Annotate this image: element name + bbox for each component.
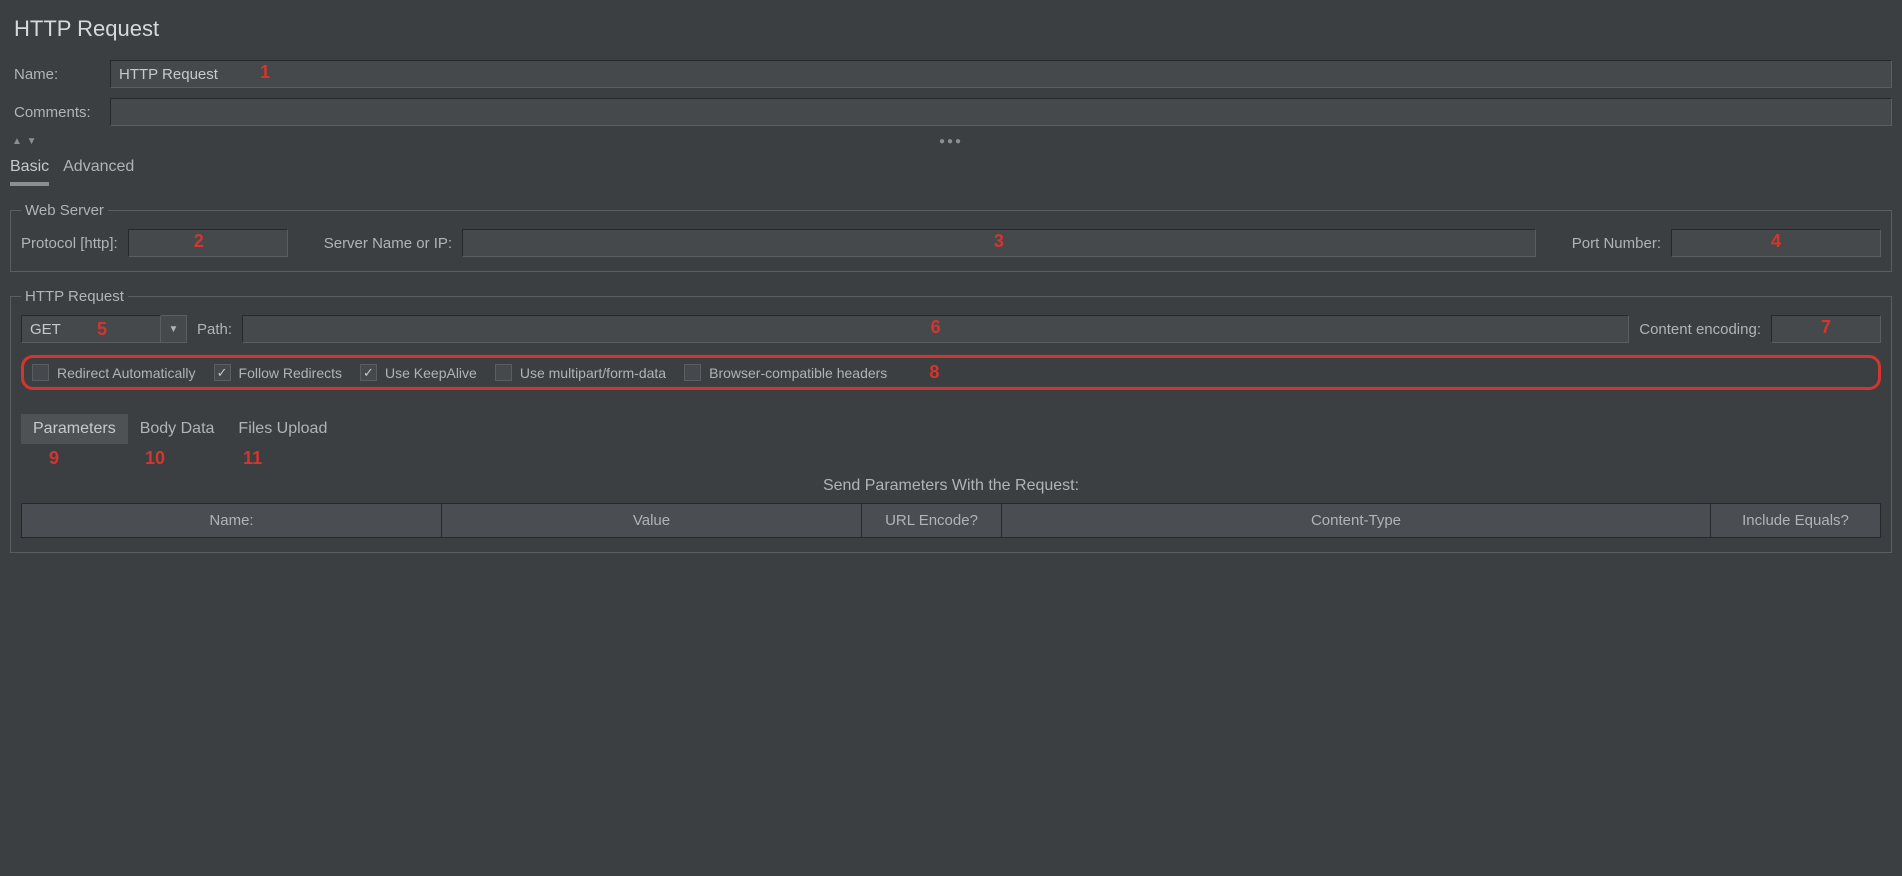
col-name[interactable]: Name:: [22, 504, 442, 538]
col-include-equals[interactable]: Include Equals?: [1711, 504, 1881, 538]
checkbox-icon: [32, 364, 49, 381]
annotation-5: 5: [97, 319, 107, 340]
subtab-body-data[interactable]: Body Data: [128, 414, 227, 444]
checkbox-multipart[interactable]: Use multipart/form-data: [495, 364, 666, 381]
annotation-9: 9: [49, 448, 59, 469]
method-dropdown-arrow-icon[interactable]: ▼: [161, 315, 187, 343]
expand-collapse-arrows-icon[interactable]: ▲ ▼: [12, 136, 38, 147]
checkbox-redirect-auto-label: Redirect Automatically: [57, 365, 196, 381]
http-request-group: HTTP Request GET ▼ 5 Path: 6 Content enc…: [10, 288, 1892, 553]
table-header-row: Name: Value URL Encode? Content-Type Inc…: [22, 504, 1881, 538]
web-server-legend: Web Server: [21, 202, 108, 219]
drag-handle-icon[interactable]: ●●●: [939, 136, 963, 147]
web-server-group: Web Server Protocol [http]: 2 Server Nam…: [10, 202, 1892, 272]
checkbox-row: Redirect Automatically Follow Redirects …: [21, 355, 1881, 390]
tab-basic[interactable]: Basic: [10, 154, 49, 186]
page-title: HTTP Request: [14, 16, 1892, 42]
col-content-type[interactable]: Content-Type: [1002, 504, 1711, 538]
checkbox-icon: [360, 364, 377, 381]
annotation-2: 2: [194, 231, 204, 252]
checkbox-browser-headers[interactable]: Browser-compatible headers: [684, 364, 887, 381]
http-request-legend: HTTP Request: [21, 288, 128, 305]
col-url-encode[interactable]: URL Encode?: [862, 504, 1002, 538]
port-label: Port Number:: [1572, 235, 1661, 252]
method-value[interactable]: GET: [21, 315, 161, 343]
checkbox-redirect-auto[interactable]: Redirect Automatically: [32, 364, 196, 381]
server-label: Server Name or IP:: [324, 235, 452, 252]
path-label: Path:: [197, 321, 232, 338]
annotation-10: 10: [145, 448, 165, 469]
annotation-4: 4: [1771, 231, 1781, 252]
comments-input[interactable]: [110, 98, 1892, 126]
parameters-table: Name: Value URL Encode? Content-Type Inc…: [21, 503, 1881, 538]
checkbox-follow-redirects[interactable]: Follow Redirects: [214, 364, 342, 381]
annotation-7: 7: [1821, 317, 1831, 338]
protocol-label: Protocol [http]:: [21, 235, 118, 252]
annotation-11: 11: [243, 448, 262, 469]
checkbox-keepalive[interactable]: Use KeepAlive: [360, 364, 477, 381]
subtab-files-upload[interactable]: Files Upload: [226, 414, 339, 444]
checkbox-icon: [684, 364, 701, 381]
annotation-8: 8: [929, 362, 939, 383]
annotation-3: 3: [994, 231, 1004, 252]
name-label: Name:: [10, 66, 110, 83]
subtab-parameters[interactable]: Parameters: [21, 414, 128, 444]
checkbox-keepalive-label: Use KeepAlive: [385, 365, 477, 381]
tab-advanced[interactable]: Advanced: [63, 154, 134, 186]
main-tabs: Basic Advanced: [10, 154, 1892, 186]
checkbox-follow-redirects-label: Follow Redirects: [239, 365, 342, 381]
checkbox-icon: [495, 364, 512, 381]
name-input[interactable]: [110, 60, 1892, 88]
protocol-input[interactable]: [128, 229, 288, 257]
annotation-1: 1: [260, 62, 270, 83]
parameters-title: Send Parameters With the Request:: [21, 477, 1881, 495]
checkbox-browser-headers-label: Browser-compatible headers: [709, 365, 887, 381]
sub-tabs: Parameters Body Data Files Upload: [21, 414, 1881, 444]
annotation-6: 6: [931, 317, 941, 338]
checkbox-multipart-label: Use multipart/form-data: [520, 365, 666, 381]
comments-label: Comments:: [10, 104, 110, 121]
method-combo[interactable]: GET ▼ 5: [21, 315, 187, 343]
checkbox-icon: [214, 364, 231, 381]
splitter[interactable]: ▲ ▼ ●●●: [10, 136, 1892, 150]
encoding-label: Content encoding:: [1639, 321, 1761, 338]
col-value[interactable]: Value: [442, 504, 862, 538]
